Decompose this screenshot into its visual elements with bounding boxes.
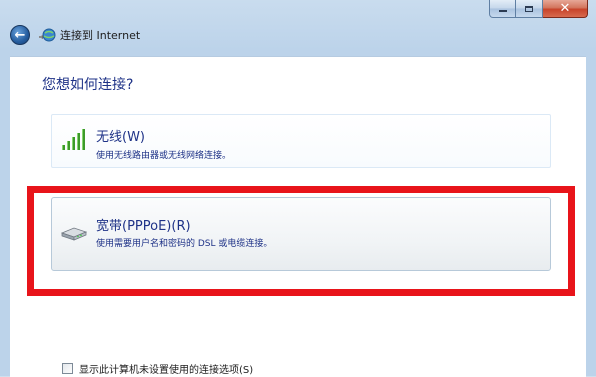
minimize-icon bbox=[498, 10, 507, 12]
page-heading: 您想如何连接? bbox=[42, 77, 134, 93]
window-title: 连接到 Internet bbox=[60, 29, 141, 42]
connect-to-internet-window: ✕ ← 连接到 Internet 您想如何连接? 无线(W) 使用无线路由器或无… bbox=[0, 0, 596, 377]
show-unconfigured-options-row[interactable]: 显示此计算机未设置使用的连接选项(S) bbox=[62, 361, 253, 376]
wizard-content: 您想如何连接? 无线(W) 使用无线路由器或无线网络连接。 宽带(PPPoE)(… bbox=[10, 56, 586, 377]
show-unconfigured-options-checkbox[interactable] bbox=[62, 363, 73, 374]
network-globe-icon bbox=[38, 27, 56, 43]
broadband-modem-icon bbox=[60, 226, 88, 242]
option-wireless-description: 使用无线路由器或无线网络连接。 bbox=[96, 151, 232, 161]
option-wireless-title: 无线(W) bbox=[96, 130, 145, 145]
close-icon: ✕ bbox=[559, 1, 571, 16]
maximize-icon bbox=[525, 5, 533, 12]
wireless-signal-icon bbox=[62, 129, 90, 151]
show-unconfigured-options-label[interactable]: 显示此计算机未设置使用的连接选项(S) bbox=[79, 361, 253, 376]
window-caption-buttons: ✕ bbox=[489, 0, 588, 19]
close-button[interactable]: ✕ bbox=[543, 0, 588, 18]
title-bar: ← 连接到 Internet bbox=[10, 24, 140, 46]
option-broadband-pppoe[interactable]: 宽带(PPPoE)(R) 使用需要用户名和密码的 DSL 或电缆连接。 bbox=[51, 197, 551, 271]
option-broadband-title: 宽带(PPPoE)(R) bbox=[96, 219, 191, 234]
option-broadband-description: 使用需要用户名和密码的 DSL 或电缆连接。 bbox=[96, 239, 273, 249]
back-button[interactable]: ← bbox=[10, 25, 30, 45]
back-arrow-icon: ← bbox=[14, 27, 26, 43]
maximize-button[interactable] bbox=[516, 0, 543, 18]
option-wireless[interactable]: 无线(W) 使用无线路由器或无线网络连接。 bbox=[51, 114, 551, 168]
minimize-button[interactable] bbox=[489, 0, 516, 18]
